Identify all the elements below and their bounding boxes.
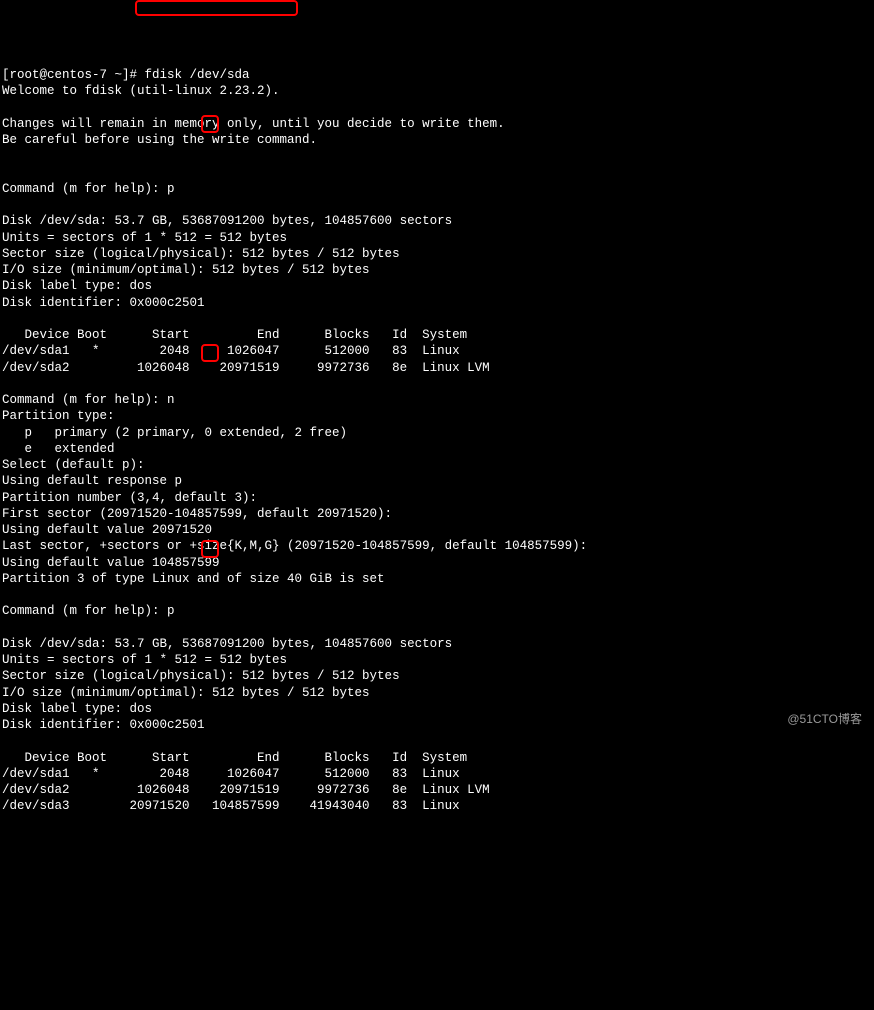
partition-table-row: /dev/sda1 * 2048 1026047 512000 83 Linux: [2, 766, 872, 782]
partition-table-header-2: Device Boot Start End Blocks Id System: [2, 750, 872, 766]
watermark-text: @51CTO博客: [787, 712, 862, 728]
sector-size-line: Sector size (logical/physical): 512 byte…: [2, 246, 872, 262]
disk-id-line-2: Disk identifier: 0x000c2501: [2, 717, 872, 733]
partition-table-row: /dev/sda2 1026048 20971519 9972736 8e Li…: [2, 782, 872, 798]
partition-table-header: Device Boot Start End Blocks Id System: [2, 327, 872, 343]
using-default-first-line: Using default value 20971520: [2, 522, 872, 538]
user-input-n: n: [167, 393, 175, 407]
disk-label-line-2: Disk label type: dos: [2, 701, 872, 717]
select-default-line[interactable]: Select (default p):: [2, 457, 872, 473]
partition-table-row: /dev/sda1 * 2048 1026047 512000 83 Linux: [2, 343, 872, 359]
io-size-line: I/O size (minimum/optimal): 512 bytes / …: [2, 262, 872, 278]
first-sector-line[interactable]: First sector (20971520-104857599, defaul…: [2, 506, 872, 522]
highlight-command-box: [135, 0, 298, 16]
sector-size-line-2: Sector size (logical/physical): 512 byte…: [2, 668, 872, 684]
partition-set-line: Partition 3 of type Linux and of size 40…: [2, 571, 872, 587]
changes-warning-line: Changes will remain in memory only, unti…: [2, 116, 872, 132]
command-prompt-3[interactable]: Command (m for help): p: [2, 603, 872, 619]
user-input-p2: p: [167, 604, 175, 618]
disk-info-line-2: Disk /dev/sda: 53.7 GB, 53687091200 byte…: [2, 636, 872, 652]
disk-id-line: Disk identifier: 0x000c2501: [2, 295, 872, 311]
disk-info-line: Disk /dev/sda: 53.7 GB, 53687091200 byte…: [2, 213, 872, 229]
command-prompt-1[interactable]: Command (m for help): p: [2, 181, 872, 197]
partition-type-line: Partition type:: [2, 408, 872, 424]
becareful-line: Be careful before using the write comman…: [2, 132, 872, 148]
units-line-2: Units = sectors of 1 * 512 = 512 bytes: [2, 652, 872, 668]
ptype-extended-line: e extended: [2, 441, 872, 457]
command-prompt-2[interactable]: Command (m for help): n: [2, 392, 872, 408]
partition-table-row: /dev/sda3 20971520 104857599 41943040 83…: [2, 798, 872, 814]
using-default-last-line: Using default value 104857599: [2, 555, 872, 571]
last-sector-line[interactable]: Last sector, +sectors or +size{K,M,G} (2…: [2, 538, 872, 554]
shell-prompt-line[interactable]: [root@centos-7 ~]# fdisk /dev/sda: [2, 67, 872, 83]
welcome-line: Welcome to fdisk (util-linux 2.23.2).: [2, 83, 872, 99]
ptype-primary-line: p primary (2 primary, 0 extended, 2 free…: [2, 425, 872, 441]
partition-table-row: /dev/sda2 1026048 20971519 9972736 8e Li…: [2, 360, 872, 376]
units-line: Units = sectors of 1 * 512 = 512 bytes: [2, 230, 872, 246]
using-default-p-line: Using default response p: [2, 473, 872, 489]
disk-label-line: Disk label type: dos: [2, 278, 872, 294]
terminal-output: [root@centos-7 ~]# fdisk /dev/sdaWelcome…: [2, 67, 872, 815]
io-size-line-2: I/O size (minimum/optimal): 512 bytes / …: [2, 685, 872, 701]
user-input-p1: p: [167, 182, 175, 196]
partition-number-line[interactable]: Partition number (3,4, default 3):: [2, 490, 872, 506]
